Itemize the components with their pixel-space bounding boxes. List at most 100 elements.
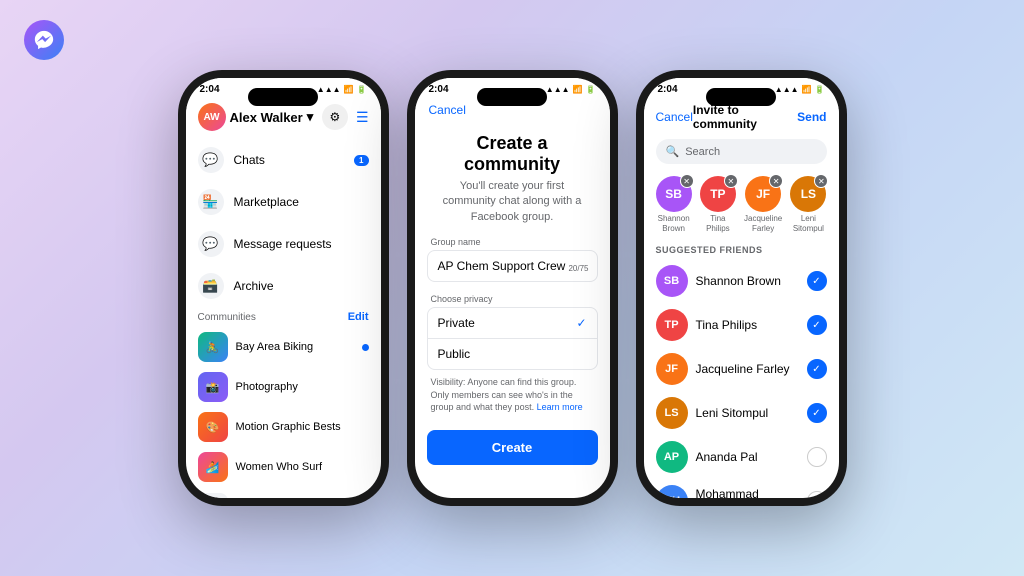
ananda-list-name: Ananda Pal [696, 450, 799, 464]
status-icons-2: ▲▲▲ 📶 🔋 [546, 85, 596, 94]
battery-icon: 🔋 [357, 85, 367, 94]
women-surf-label: Women Who Surf [236, 461, 323, 473]
friend-jacqueline[interactable]: JF Jacqueline Farley [644, 347, 839, 391]
private-label: Private [438, 316, 475, 330]
friend-ananda[interactable]: AP Ananda Pal [644, 435, 839, 479]
time-3: 2:04 [658, 84, 678, 95]
selected-leni[interactable]: LS ✕ Leni Sitompul [790, 176, 826, 233]
ananda-check[interactable] [807, 447, 827, 467]
leni-name: Leni Sitompul [790, 214, 826, 233]
wifi-icon-2: 📶 [573, 85, 583, 94]
nav-archive[interactable]: 🗃️ Archive [186, 265, 381, 307]
create-community-subtitle: You'll create your first community chat … [415, 179, 610, 237]
communities-label: Communities [198, 312, 256, 323]
chats-label: Chats [234, 153, 265, 167]
community-bay-area-biking[interactable]: 🚴 Bay Area Biking [186, 327, 381, 367]
header-icons: ⚙ ☰ [322, 104, 369, 130]
group-name-value: AP Chem Support Crew [438, 259, 566, 273]
leni-check[interactable] [807, 403, 827, 423]
settings-button[interactable]: ⚙ [322, 104, 348, 130]
public-label: Public [438, 347, 471, 361]
menu-icon[interactable]: ☰ [356, 109, 369, 126]
signal-icon: ▲▲▲ [317, 85, 341, 94]
shannon-list-avatar: SB [656, 265, 688, 297]
privacy-private[interactable]: Private ✓ [427, 307, 598, 338]
message-requests-label: Message requests [234, 237, 332, 251]
selected-shannon[interactable]: SB ✕ Shannon Brown [656, 176, 692, 233]
choose-privacy-label: Choose privacy [415, 286, 610, 307]
plus-icon: + [198, 493, 228, 498]
create-community-button[interactable]: + Create a community [186, 487, 381, 498]
friend-leni[interactable]: LS Leni Sitompul [644, 391, 839, 435]
selected-tina[interactable]: TP ✕ Tina Philips [700, 176, 736, 233]
wifi-icon: 📶 [344, 85, 354, 94]
nav-chats[interactable]: 💬 Chats 1 [186, 139, 381, 181]
group-name-input[interactable]: AP Chem Support Crew 20/75 [427, 250, 598, 282]
mohammad-list-name: Mohammad Hosseini [696, 487, 799, 498]
tina-list-avatar: TP [656, 309, 688, 341]
dynamic-island-3 [706, 88, 776, 106]
motion-graphic-label: Motion Graphic Bests [236, 421, 341, 433]
community-photography[interactable]: 📸 Photography [186, 367, 381, 407]
chevron-down-icon: ▾ [307, 109, 314, 125]
remove-shannon[interactable]: ✕ [680, 174, 694, 188]
nav-message-requests[interactable]: 💬 Message requests [186, 223, 381, 265]
community-women-surf[interactable]: 🏄 Women Who Surf [186, 447, 381, 487]
motion-graphic-avatar: 🎨 [198, 412, 228, 442]
phone-3-screen: 2:04 ▲▲▲ 📶 🔋 Cancel Invite to community … [644, 78, 839, 498]
communities-header: Communities Edit [186, 307, 381, 327]
visibility-text: Visibility: Anyone can find this group. … [415, 370, 610, 420]
user-avatar: AW [198, 103, 226, 131]
ananda-list-avatar: AP [656, 441, 688, 473]
cancel-button-2[interactable]: Cancel [429, 103, 466, 117]
leni-list-avatar: LS [656, 397, 688, 429]
shannon-check[interactable] [807, 271, 827, 291]
jacqueline-check[interactable] [807, 359, 827, 379]
women-surf-avatar: 🏄 [198, 452, 228, 482]
new-message-dot [362, 344, 369, 351]
cancel-button-3[interactable]: Cancel [656, 110, 693, 124]
phone-3: 2:04 ▲▲▲ 📶 🔋 Cancel Invite to community … [636, 70, 847, 506]
tina-check[interactable] [807, 315, 827, 335]
remove-jacqueline[interactable]: ✕ [769, 174, 783, 188]
search-bar[interactable]: 🔍 Search [656, 139, 827, 164]
signal-icon-3: ▲▲▲ [775, 85, 799, 94]
search-input[interactable]: Search [685, 146, 720, 158]
archive-icon: 🗃️ [198, 273, 224, 299]
friend-mohammad[interactable]: MH Mohammad Hosseini [644, 479, 839, 498]
suggested-friends-label: SUGGESTED FRIENDS [644, 241, 839, 259]
battery-icon-3: 🔋 [815, 85, 825, 94]
status-icons-3: ▲▲▲ 📶 🔋 [775, 85, 825, 94]
selected-avatars: SB ✕ Shannon Brown TP ✕ Tina Philips JF [644, 172, 839, 241]
privacy-public[interactable]: Public [427, 338, 598, 370]
mohammad-check[interactable] [807, 491, 827, 498]
phone-1-screen: 2:04 ▲▲▲ 📶 🔋 AW Alex Walker ▾ ⚙ ☰ [186, 78, 381, 498]
edit-button[interactable]: Edit [348, 311, 369, 323]
tina-list-name: Tina Philips [696, 318, 799, 332]
message-requests-icon: 💬 [198, 231, 224, 257]
remove-leni[interactable]: ✕ [814, 174, 828, 188]
jacqueline-list-name: Jacqueline Farley [696, 362, 799, 376]
user-profile[interactable]: AW Alex Walker ▾ [198, 103, 314, 131]
friend-tina[interactable]: TP Tina Philips [644, 303, 839, 347]
dynamic-island-2 [477, 88, 547, 106]
invite-title: Invite to community [693, 103, 797, 131]
nav-marketplace[interactable]: 🏪 Marketplace [186, 181, 381, 223]
phone-2-screen: 2:04 ▲▲▲ 📶 🔋 Cancel Create a community Y… [415, 78, 610, 498]
char-count: 20/75 [568, 264, 588, 273]
phones-container: 2:04 ▲▲▲ 📶 🔋 AW Alex Walker ▾ ⚙ ☰ [178, 70, 847, 506]
jacqueline-name: Jacqueline Farley [744, 214, 782, 233]
phone-1: 2:04 ▲▲▲ 📶 🔋 AW Alex Walker ▾ ⚙ ☰ [178, 70, 389, 506]
send-button[interactable]: Send [797, 110, 826, 124]
photography-avatar: 📸 [198, 372, 228, 402]
learn-more-link[interactable]: Learn more [537, 402, 583, 412]
jacqueline-list-avatar: JF [656, 353, 688, 385]
group-name-label: Group name [415, 237, 610, 250]
bay-area-biking-avatar: 🚴 [198, 332, 228, 362]
community-motion-graphic[interactable]: 🎨 Motion Graphic Bests [186, 407, 381, 447]
selected-jacqueline[interactable]: JF ✕ Jacqueline Farley [744, 176, 782, 233]
friend-shannon[interactable]: SB Shannon Brown [644, 259, 839, 303]
create-button[interactable]: Create [427, 430, 598, 465]
dynamic-island-1 [248, 88, 318, 106]
remove-tina[interactable]: ✕ [724, 174, 738, 188]
